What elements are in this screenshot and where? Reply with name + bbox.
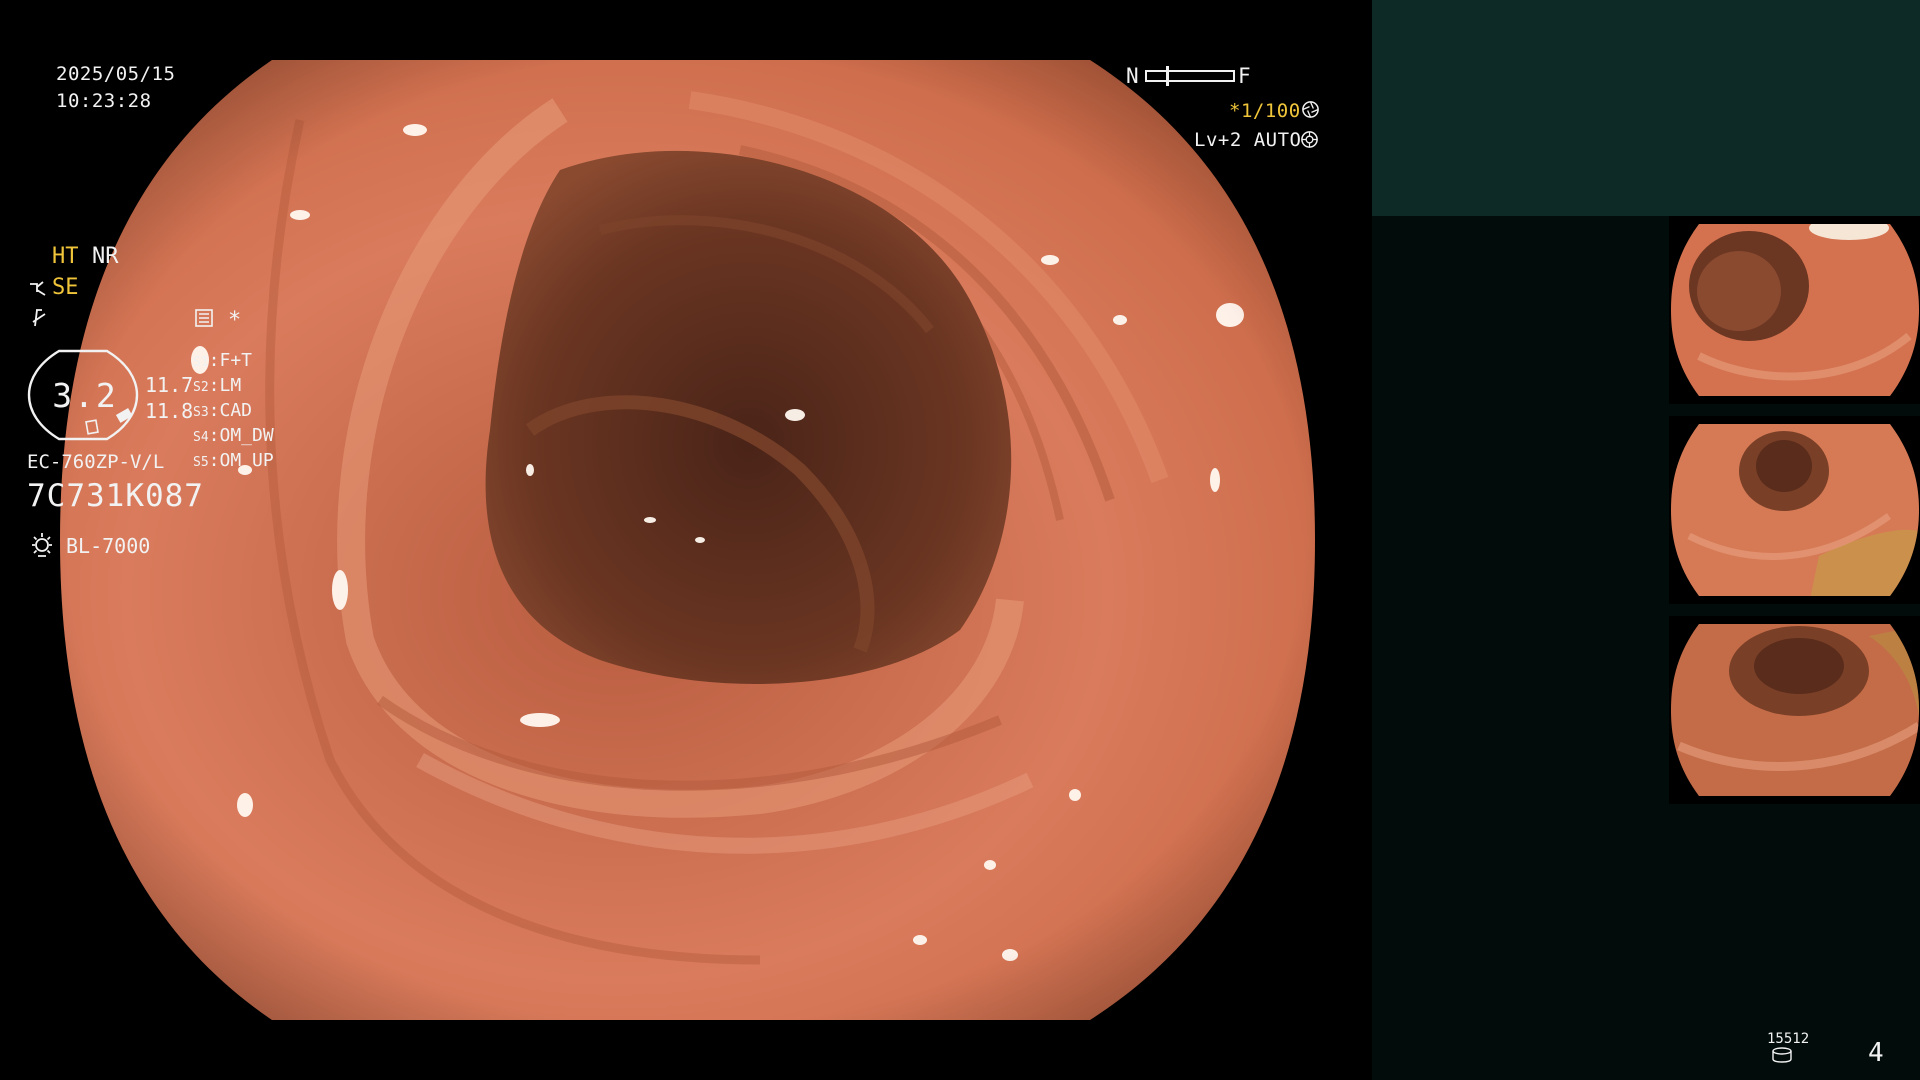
switch-label: CAD — [219, 400, 253, 421]
date-display: 2025/05/15 — [56, 63, 176, 85]
zoom-reading-1: 11.7 — [145, 373, 194, 397]
ht-indicator: HT — [52, 244, 79, 269]
aperture-icon — [1302, 101, 1319, 118]
panel-header — [1372, 0, 1920, 216]
page-number: 4 — [1868, 1038, 1884, 1068]
processor-model: BL-7000 — [66, 534, 151, 558]
se-mode-icon — [30, 281, 46, 296]
edge-enhance-icon — [32, 309, 46, 327]
scope-model: EC-760ZP-V/L — [27, 451, 165, 473]
zoom-value: 3.2 — [52, 376, 118, 415]
switch-label: OM_DW — [219, 425, 274, 446]
iris-icon — [1301, 131, 1318, 148]
switch-label: OM_UP — [219, 450, 274, 471]
monitor-icon — [195, 309, 213, 327]
focus-bar — [1145, 70, 1235, 82]
switch-label: LM — [219, 375, 242, 396]
scope-serial: 7C731K087 — [27, 478, 204, 514]
thumbnail-image — [1671, 624, 1919, 796]
switch-id: S4 — [193, 430, 209, 445]
switch-2: S2:LM — [193, 375, 242, 396]
switch-5: S5:OM_UP — [193, 450, 274, 471]
switch-id: S2 — [193, 380, 209, 395]
captured-thumbnail-2[interactable] — [1669, 416, 1920, 604]
nr-indicator: NR — [92, 244, 119, 269]
switch-4: S4:OM_DW — [193, 425, 274, 446]
asterisk-indicator: * — [228, 308, 242, 333]
colon-lumen-image — [60, 60, 1315, 1020]
switch-1: S1:F+T — [193, 350, 253, 371]
image-counter: 15512 — [1767, 1031, 1810, 1047]
far-label: F — [1238, 64, 1252, 88]
switch-id: S1 — [193, 355, 209, 370]
switch-id: S5 — [193, 455, 209, 470]
endoscope-view: 2025/05/15 10:23:28 N F *1/100 Lv+2 AUTO — [0, 0, 1372, 1080]
focus-marker — [1166, 66, 1169, 86]
switch-label: F+T — [219, 350, 253, 371]
lamp-icon — [32, 533, 52, 557]
se-indicator: SE — [52, 275, 79, 300]
captured-thumbnail-3[interactable] — [1669, 616, 1920, 804]
captured-thumbnail-1[interactable] — [1669, 216, 1920, 404]
thumbnail-image — [1671, 424, 1919, 596]
light-level: Lv+2 AUTO — [1194, 129, 1302, 151]
near-label: N — [1126, 64, 1140, 88]
zoom-reading-2: 11.8 — [145, 399, 194, 423]
thumbnail-image — [1671, 224, 1919, 396]
near-far-scale: N F — [1126, 64, 1256, 88]
switch-id: S3 — [193, 405, 209, 420]
time-display: 10:23:28 — [56, 90, 152, 112]
shutter-speed: *1/100 — [1229, 100, 1301, 122]
storage-icon — [1772, 1047, 1792, 1063]
switch-3: S3:CAD — [193, 400, 253, 421]
